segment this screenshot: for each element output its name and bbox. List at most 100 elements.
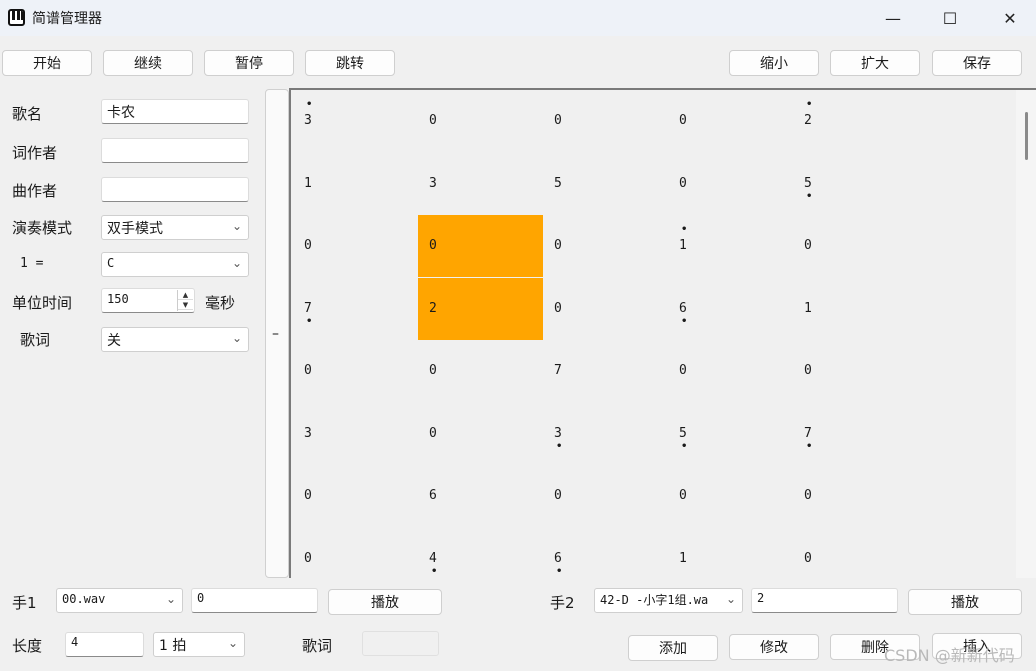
- score-cell[interactable]: 4 •: [418, 528, 543, 579]
- note-value: 7: [554, 363, 562, 378]
- lyric-input[interactable]: [362, 631, 439, 656]
- shrink-button[interactable]: 缩小: [729, 50, 819, 76]
- start-button[interactable]: 开始: [2, 50, 92, 76]
- hand2-sound-value: 42-D -小字1组.wa: [600, 593, 709, 607]
- collapse-panel-handle[interactable]: –: [265, 89, 289, 578]
- mode-select[interactable]: 双手模式 ⌄: [101, 215, 249, 240]
- score-cell[interactable]: 0: [793, 465, 918, 527]
- spin-down-icon[interactable]: ▼: [178, 300, 193, 310]
- score-cell[interactable]: 0: [668, 340, 793, 402]
- score-cell[interactable]: 6: [418, 465, 543, 527]
- score-cell[interactable]: 0: [668, 90, 793, 152]
- score-cell[interactable]: 2 •: [793, 90, 918, 152]
- save-button[interactable]: 保存: [932, 50, 1022, 76]
- key-label: 1 =: [20, 256, 44, 271]
- score-cell[interactable]: 5 •: [668, 403, 793, 465]
- score-cell[interactable]: 7: [543, 340, 668, 402]
- vertical-scrollbar[interactable]: [1016, 90, 1036, 578]
- hand2-note-input[interactable]: 2: [751, 588, 898, 613]
- beat-select[interactable]: 1 拍 ⌄: [153, 632, 245, 657]
- score-grid[interactable]: 3 • 0 0 0 2 • 1 3 5 0 5 • 0 0 0 1 • 0 7 • 2 0 6 • 1 0 0 7 0 0 3 0 3 • 5 • 7 • 0…: [289, 88, 1036, 578]
- expand-button[interactable]: 扩大: [830, 50, 920, 76]
- score-cell[interactable]: 7 •: [793, 403, 918, 465]
- score-cell[interactable]: 0: [543, 90, 668, 152]
- score-cell[interactable]: 1: [793, 278, 918, 340]
- hand1-sound-select[interactable]: 00.wav ⌄: [56, 588, 183, 613]
- score-cell[interactable]: 0: [793, 215, 918, 277]
- score-cell[interactable]: 0: [668, 153, 793, 215]
- score-cell[interactable]: 3: [293, 403, 418, 465]
- continue-button[interactable]: 继续: [103, 50, 193, 76]
- score-cell[interactable]: 0: [293, 528, 418, 579]
- modify-button[interactable]: 修改: [729, 634, 819, 660]
- lyric-label: 歌词: [302, 637, 333, 655]
- hand2-sound-select[interactable]: 42-D -小字1组.wa ⌄: [594, 588, 743, 613]
- score-cell[interactable]: 5 •: [793, 153, 918, 215]
- note-value: 6: [429, 488, 437, 503]
- score-cell[interactable]: 0: [418, 340, 543, 402]
- score-cell[interactable]: 0: [543, 465, 668, 527]
- score-cell[interactable]: 0: [418, 403, 543, 465]
- score-cell[interactable]: 1 •: [668, 215, 793, 277]
- hand2-play-button[interactable]: 播放: [908, 589, 1022, 615]
- score-cell[interactable]: 3 •: [293, 90, 418, 152]
- hand1-play-button[interactable]: 播放: [328, 589, 442, 615]
- score-cell[interactable]: 3: [418, 153, 543, 215]
- song-name-input[interactable]: 卡农: [101, 99, 249, 124]
- note-value: 2: [804, 113, 812, 128]
- close-button[interactable]: ✕: [985, 0, 1035, 36]
- score-cell[interactable]: 1: [668, 528, 793, 579]
- note-value: 6: [554, 550, 562, 566]
- note-value: 0: [429, 113, 437, 128]
- unit-time-spinbox[interactable]: 150 ▲ ▼: [101, 288, 195, 313]
- scrollbar-thumb[interactable]: [1025, 112, 1028, 160]
- note-value: 0: [679, 113, 687, 128]
- score-cell[interactable]: 0: [793, 528, 918, 579]
- chevron-down-icon: ⌄: [231, 256, 242, 270]
- pause-button[interactable]: 暂停: [204, 50, 294, 76]
- score-cell[interactable]: 5: [543, 153, 668, 215]
- score-cell[interactable]: 1: [293, 153, 418, 215]
- length-input[interactable]: 4: [65, 632, 144, 657]
- spin-buttons[interactable]: ▲ ▼: [177, 290, 193, 311]
- score-cell[interactable]: 0: [543, 278, 668, 340]
- score-cell[interactable]: 0: [418, 215, 543, 277]
- lyrics-toggle-label: 歌词: [20, 331, 51, 349]
- lyrics-select[interactable]: 关 ⌄: [101, 327, 249, 352]
- score-cell[interactable]: 2: [418, 277, 543, 340]
- note-value: 1: [304, 175, 312, 191]
- jump-button[interactable]: 跳转: [305, 50, 395, 76]
- key-select[interactable]: C ⌄: [101, 252, 249, 277]
- score-cell[interactable]: 6 •: [543, 528, 668, 579]
- maximize-button[interactable]: ☐: [925, 0, 975, 36]
- minimize-button[interactable]: —: [868, 0, 918, 36]
- chevron-down-icon: ⌄: [231, 219, 242, 233]
- song-name-label: 歌名: [12, 105, 43, 123]
- note-value: 3: [304, 425, 312, 441]
- spin-up-icon[interactable]: ▲: [178, 290, 193, 300]
- octave-high-dot: •: [306, 99, 313, 110]
- note-value: 0: [429, 363, 437, 378]
- note-value: 0: [679, 488, 687, 503]
- score-cell[interactable]: 6 •: [668, 278, 793, 340]
- chevron-down-icon: ⌄: [725, 592, 736, 606]
- add-button[interactable]: 添加: [628, 635, 718, 661]
- score-cell[interactable]: 3 •: [543, 403, 668, 465]
- note-value: 3: [429, 175, 437, 191]
- hand1-note-input[interactable]: 0: [191, 588, 318, 613]
- note-value: 7: [304, 300, 312, 316]
- score-cell[interactable]: 0: [293, 215, 418, 277]
- score-cell[interactable]: 0: [793, 340, 918, 402]
- score-cell[interactable]: 0: [543, 215, 668, 277]
- score-cell[interactable]: 0: [293, 465, 418, 527]
- score-cell[interactable]: 0: [668, 465, 793, 527]
- unit-time-label: 单位时间: [12, 294, 73, 312]
- score-cell[interactable]: 0: [418, 90, 543, 152]
- score-cell[interactable]: 0: [293, 340, 418, 402]
- composer-input[interactable]: [101, 177, 249, 202]
- key-select-value: C: [107, 256, 115, 270]
- piano-app-icon: [8, 9, 25, 26]
- note-value: 0: [554, 238, 562, 253]
- score-cell[interactable]: 7 •: [293, 278, 418, 340]
- lyricist-input[interactable]: [101, 138, 249, 163]
